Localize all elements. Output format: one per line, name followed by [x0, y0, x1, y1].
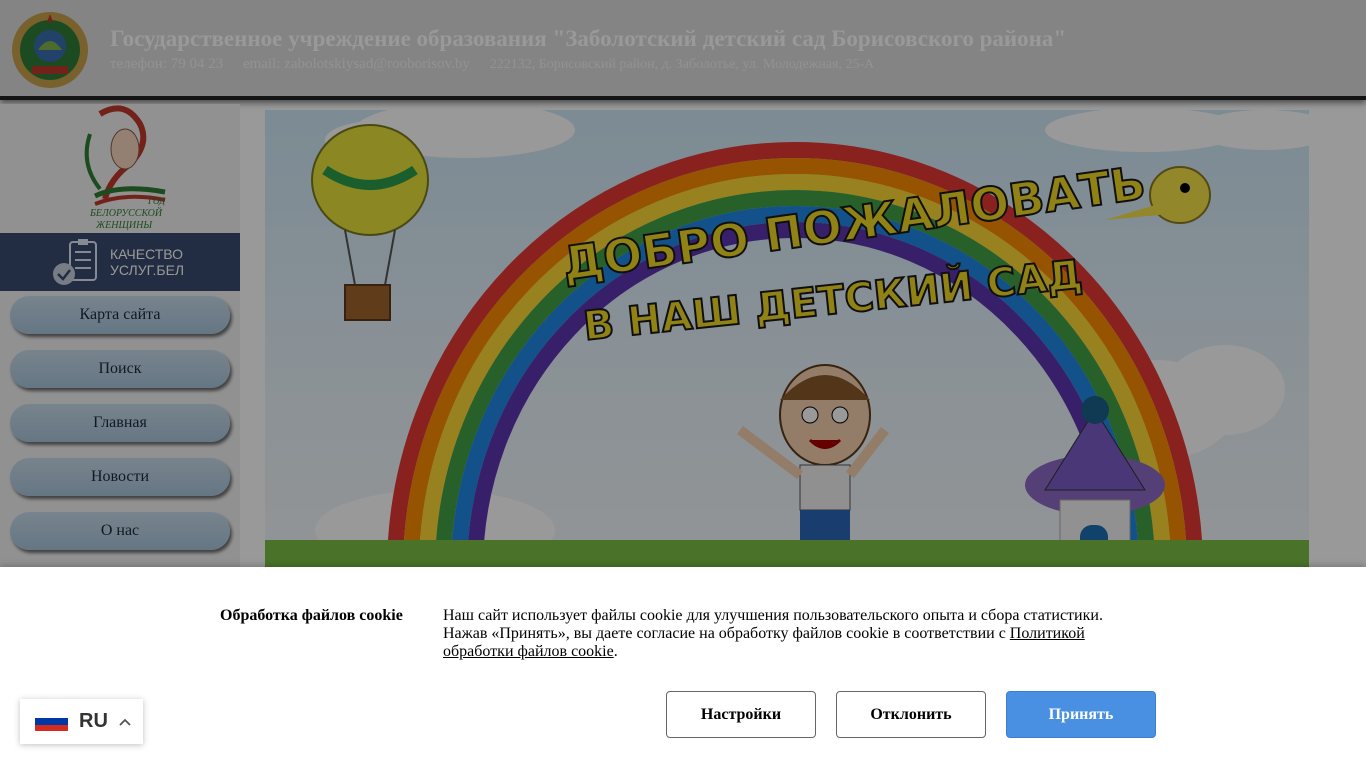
cookie-settings-button[interactable]: Настройки: [666, 691, 816, 738]
cookie-text-line1: Наш сайт использует файлы cookie для улу…: [443, 607, 1103, 624]
language-code: RU: [79, 710, 108, 732]
cookie-text: Наш сайт использует файлы cookie для улу…: [443, 607, 1123, 661]
cookie-accept-button[interactable]: Принять: [1006, 691, 1156, 738]
cookie-decline-button[interactable]: Отклонить: [836, 691, 986, 738]
modal-overlay[interactable]: [0, 0, 1366, 567]
cookie-text-end: .: [613, 643, 618, 660]
cookie-title: Обработка файлов cookie: [220, 607, 403, 624]
flag-ru-icon: [35, 711, 68, 732]
chevron-up-icon: [119, 718, 131, 726]
cookie-text-line2: Нажав «Принять», вы даете согласие на об…: [443, 625, 1010, 642]
cookie-consent-panel: Обработка файлов cookie Наш сайт использ…: [0, 567, 1366, 768]
language-selector[interactable]: RU: [20, 699, 143, 744]
